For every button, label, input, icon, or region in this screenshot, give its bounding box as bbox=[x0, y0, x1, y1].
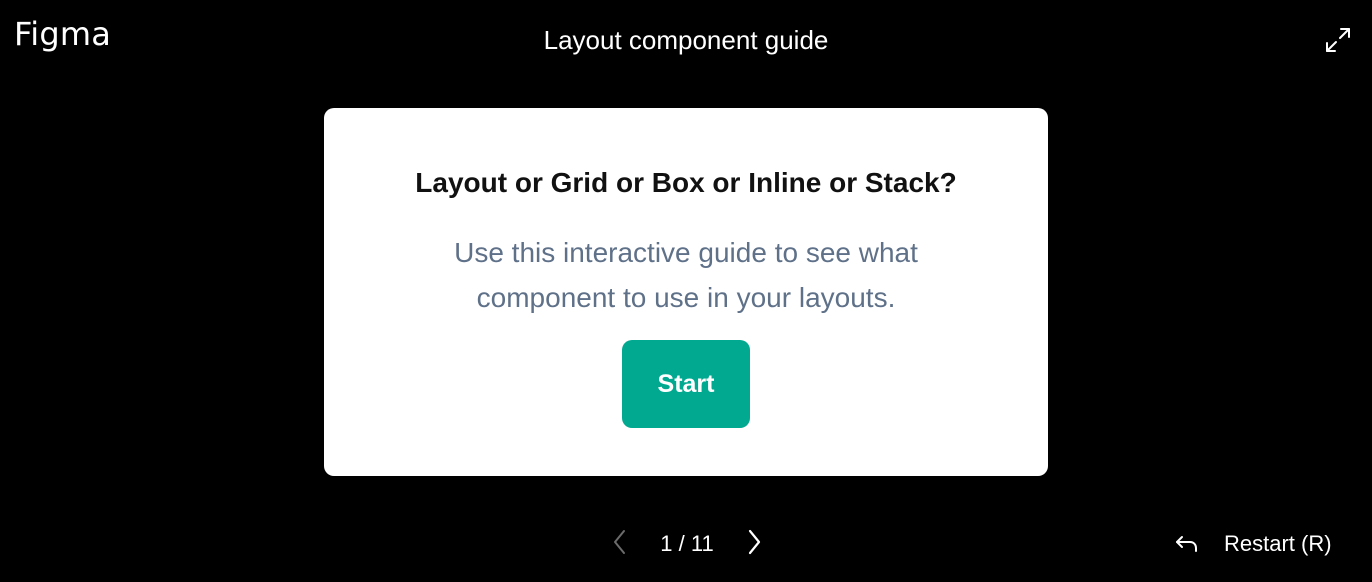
next-slide-button[interactable] bbox=[738, 526, 770, 562]
chevron-right-icon bbox=[744, 528, 764, 561]
card-description: Use this interactive guide to see what c… bbox=[454, 237, 918, 313]
page-indicator: 1 / 11 bbox=[660, 531, 714, 556]
restart-label: Restart (R) bbox=[1224, 531, 1332, 556]
page-title: Layout component guide bbox=[543, 25, 829, 55]
start-button[interactable]: Start bbox=[622, 340, 750, 428]
guide-card: Layout or Grid or Box or Inline or Stack… bbox=[324, 108, 1048, 476]
restart-button[interactable]: Restart (R) bbox=[1170, 528, 1332, 560]
presentation-stage: Figma Layout component guide Layout or G… bbox=[0, 0, 1372, 582]
fullscreen-button[interactable] bbox=[1320, 24, 1356, 60]
card-heading: Layout or Grid or Box or Inline or Stack… bbox=[415, 167, 957, 198]
expand-icon bbox=[1323, 25, 1353, 60]
previous-slide-button[interactable] bbox=[604, 526, 636, 562]
chevron-left-icon bbox=[610, 528, 630, 561]
undo-arrow-icon bbox=[1170, 528, 1204, 560]
